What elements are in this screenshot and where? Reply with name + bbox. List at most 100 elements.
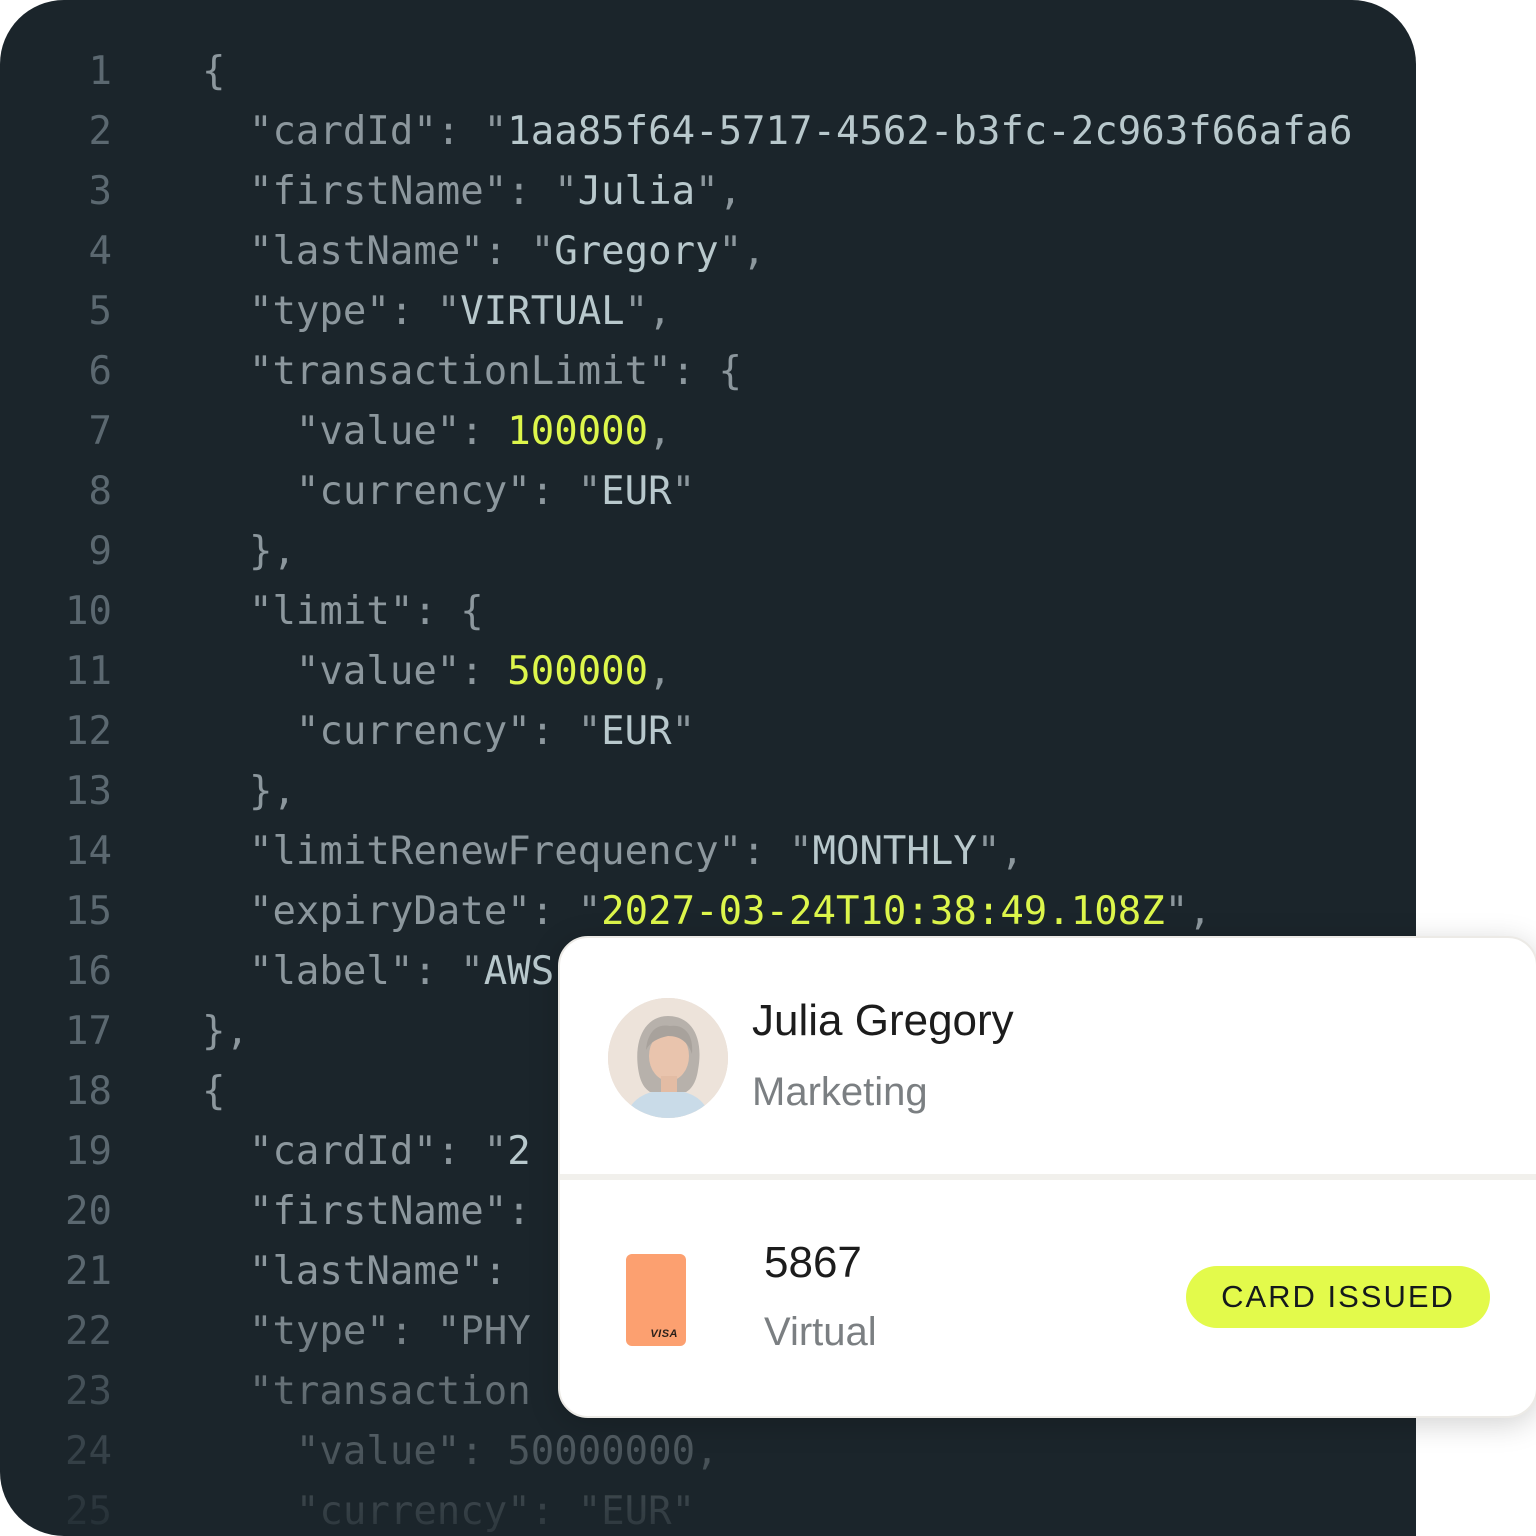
- code-text: "limit": {: [202, 582, 484, 642]
- line-number: 18: [65, 1069, 112, 1114]
- code-line: 25 "currency": "EUR": [0, 1482, 1416, 1536]
- card-type: Virtual: [764, 1310, 877, 1354]
- code-line: 7 "value": 100000,: [0, 402, 1416, 462]
- code-token: "lastName":: [202, 229, 531, 274]
- code-token: AWS: [483, 949, 555, 994]
- code-token: "transaction: [202, 1369, 531, 1414]
- code-line: 10 "limit": {: [0, 582, 1416, 642]
- code-token: {: [202, 49, 226, 94]
- code-token: 2027-03-24T10:38:49.108Z: [601, 889, 1165, 934]
- line-number: 15: [65, 889, 112, 934]
- code-token: Julia: [577, 169, 696, 214]
- code-line: 9 },: [0, 522, 1416, 582]
- line-number: 8: [88, 469, 112, 514]
- code-text: "type": "VIRTUAL",: [202, 282, 672, 342]
- code-token: ": [436, 289, 461, 334]
- code-token: ": [671, 469, 696, 514]
- code-token: 1aa85f64-5717-4562-b3fc-2c963f66afa6: [507, 109, 1353, 154]
- code-text: "lastName":: [202, 1242, 531, 1302]
- code-text: },: [202, 1002, 249, 1062]
- code-token: EUR: [601, 709, 672, 754]
- status-badge: CARD ISSUED: [1186, 1266, 1490, 1328]
- line-number: 1: [88, 49, 112, 94]
- code-token: "cardId":: [202, 109, 484, 154]
- code-token: "type":: [202, 1309, 437, 1354]
- line-number: 5: [88, 289, 112, 334]
- code-token: ": [483, 109, 508, 154]
- code-text: "currency": "EUR": [202, 462, 695, 522]
- divider: [560, 1174, 1536, 1180]
- line-number: 14: [65, 829, 112, 874]
- line-number: 19: [65, 1129, 112, 1174]
- line-number: 13: [65, 769, 112, 814]
- code-token: },: [202, 769, 296, 814]
- code-text: "label": "AWS: [202, 942, 554, 1002]
- code-token: "value":: [202, 1429, 508, 1474]
- line-number: 21: [65, 1249, 112, 1294]
- code-token: },: [202, 529, 296, 574]
- code-token: ": [530, 229, 555, 274]
- code-token: {: [202, 1069, 226, 1114]
- line-number: 23: [65, 1369, 112, 1414]
- line-number: 22: [65, 1309, 112, 1354]
- code-token: "firstName":: [202, 1189, 531, 1234]
- code-line: 8 "currency": "EUR": [0, 462, 1416, 522]
- code-token: "limit": {: [202, 589, 484, 634]
- line-number: 11: [65, 649, 112, 694]
- code-token: ": [577, 889, 602, 934]
- line-number: 17: [65, 1009, 112, 1054]
- code-text: "cardId": "1aa85f64-5717-4562-b3fc-2c963…: [202, 102, 1353, 162]
- code-text: },: [202, 522, 296, 582]
- code-token: ": [789, 829, 813, 874]
- code-token: ": [671, 709, 696, 754]
- code-token: "value":: [202, 649, 508, 694]
- user-photo: [608, 998, 728, 1118]
- code-token: "PHY: [436, 1309, 531, 1354]
- card-last-four: 5867: [764, 1238, 862, 1287]
- code-text: "firstName": "Julia",: [202, 162, 742, 222]
- cardholder-name: Julia Gregory: [752, 996, 1014, 1045]
- card-brand-label: VISA: [650, 1328, 678, 1340]
- code-token: "currency":: [202, 709, 578, 754]
- code-token: ",: [1164, 889, 1212, 934]
- code-line: 6 "transactionLimit": {: [0, 342, 1416, 402]
- code-line: 15 "expiryDate": "2027-03-24T10:38:49.10…: [0, 882, 1416, 942]
- code-token: "expiryDate":: [202, 889, 578, 934]
- code-token: "limitRenewFrequency":: [202, 829, 789, 874]
- card-summary-panel: Julia Gregory Marketing VISA 5867 Virtua…: [558, 936, 1536, 1418]
- code-token: 100000: [507, 409, 649, 454]
- code-text: "currency": "EUR": [202, 702, 695, 762]
- code-text: "cardId": "2: [202, 1122, 531, 1182]
- code-token: ,: [648, 649, 672, 694]
- code-token: ": [554, 169, 578, 214]
- code-line: 2 "cardId": "1aa85f64-5717-4562-b3fc-2c9…: [0, 102, 1416, 162]
- code-text: "type": "PHY: [202, 1302, 531, 1362]
- line-number: 10: [65, 589, 112, 634]
- code-line: 4 "lastName": "Gregory",: [0, 222, 1416, 282]
- code-token: MONTHLY: [812, 829, 977, 874]
- line-number: 7: [88, 409, 112, 454]
- line-number: 12: [65, 709, 112, 754]
- code-token: "EUR": [577, 1489, 696, 1534]
- code-line: 12 "currency": "EUR": [0, 702, 1416, 762]
- line-number: 2: [88, 109, 112, 154]
- code-token: ": [483, 1129, 508, 1174]
- code-line: 5 "type": "VIRTUAL",: [0, 282, 1416, 342]
- code-token: Gregory: [554, 229, 719, 274]
- code-token: 2: [507, 1129, 531, 1174]
- code-text: {: [202, 42, 225, 102]
- line-number: 25: [65, 1489, 112, 1534]
- code-token: 500000: [507, 649, 649, 694]
- line-number: 24: [65, 1429, 112, 1474]
- code-text: "expiryDate": "2027-03-24T10:38:49.108Z"…: [202, 882, 1212, 942]
- line-number: 20: [65, 1189, 112, 1234]
- code-line: 14 "limitRenewFrequency": "MONTHLY",: [0, 822, 1416, 882]
- code-text: "limitRenewFrequency": "MONTHLY",: [202, 822, 1024, 882]
- cardholder-department: Marketing: [752, 1070, 928, 1114]
- code-token: EUR: [601, 469, 672, 514]
- code-line: 1{: [0, 42, 1416, 102]
- code-text: "transactionLimit": {: [202, 342, 742, 402]
- code-text: "transaction: [202, 1362, 531, 1422]
- code-text: "value": 500000,: [202, 642, 672, 702]
- code-token: "value":: [202, 409, 508, 454]
